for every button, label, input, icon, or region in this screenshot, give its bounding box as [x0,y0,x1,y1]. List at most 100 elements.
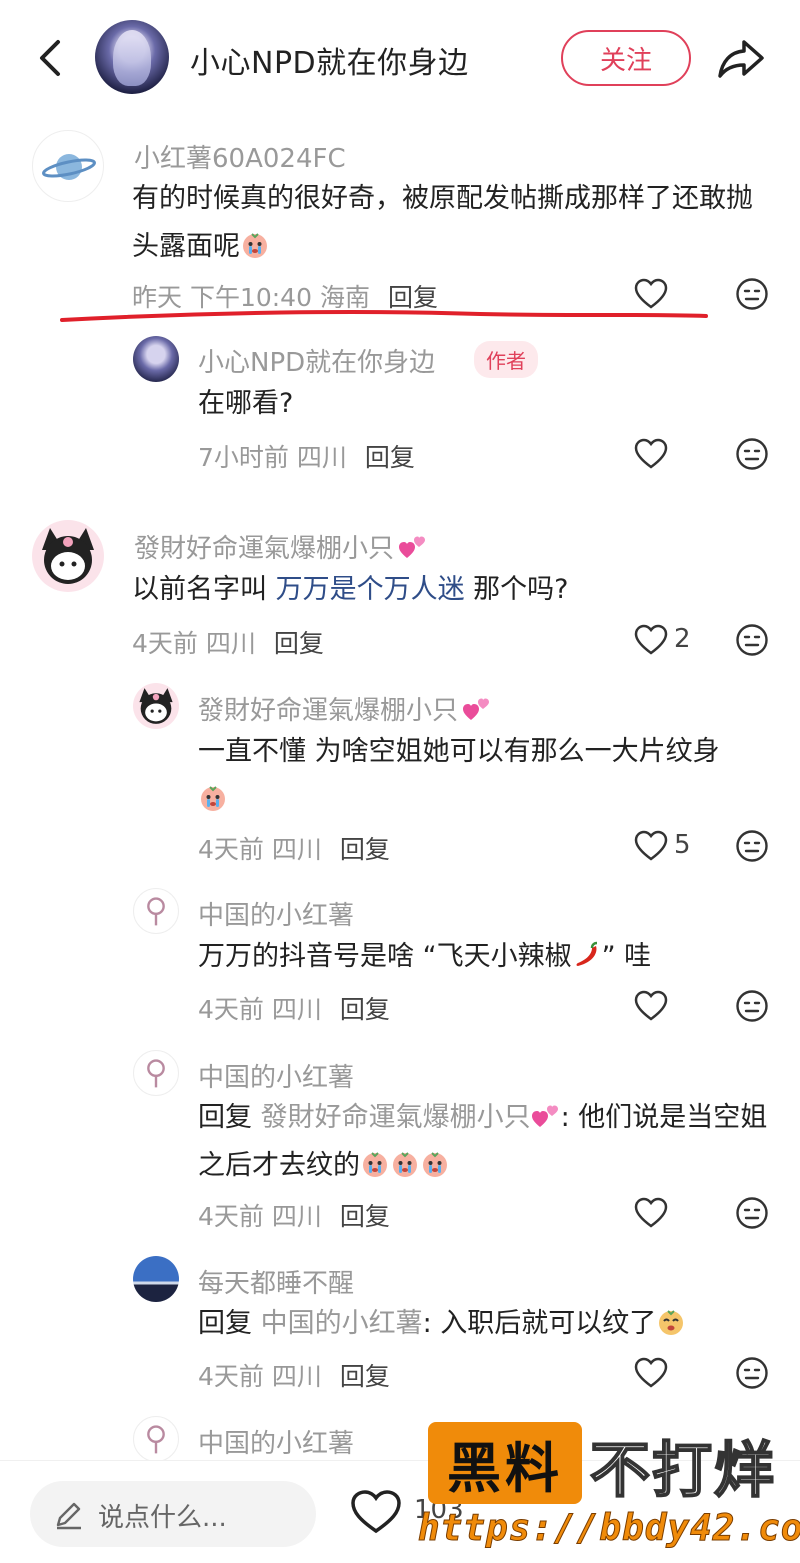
lollipop-icon [147,1425,165,1454]
red-underline-annotation [60,310,708,322]
comment-text-content: 有的时候真的很好奇，被原配发帖撕成那样了还敢抛头露面呢 [132,183,753,262]
like-count: 2 [674,624,691,654]
avatar[interactable] [133,683,179,729]
comment-meta: 4天前 四川 回复 [198,1357,390,1393]
input-placeholder: 说点什么... [98,1503,227,1533]
mention-link[interactable]: 發財好命運氣爆棚小只 [261,1102,531,1133]
reply-button[interactable]: 回复 [340,1362,390,1391]
comment-text-part: ” 哇 [601,941,652,972]
comment-text: 万万的抖音号是啥 “飞天小辣椒 ” 哇 [198,933,651,981]
comment-input[interactable]: 说点什么... [30,1481,316,1547]
comment-text-content: : 入职后就可以纹了 [422,1308,657,1339]
reply-button[interactable]: 回复 [340,995,390,1024]
avatar[interactable] [133,336,179,382]
crying-face-icon [201,786,225,811]
like-count: 5 [674,830,691,860]
comment-author[interactable]: 小红薯60A024FC [134,138,346,175]
comment-author[interactable]: 中国的小红薯 [198,895,354,932]
comment-author[interactable]: 發財好命運氣爆棚小只 [198,690,492,727]
heart-icon[interactable] [634,990,668,1022]
comment-text: 以前名字叫 万万是个万人迷 那个吗? [132,566,569,614]
watermark: 黑料 不打烊 https://bbdy42.com [414,1414,800,1563]
neutral-face-icon[interactable] [735,437,769,471]
comment-time-location: 4天前 四川 [198,835,322,864]
comment-meta: 7小时前 四川 回复 [198,438,415,474]
kuromi-icon [42,528,94,584]
kuromi-icon [139,688,173,724]
follow-button[interactable]: 关注 [561,30,691,86]
comment-author[interactable]: 小心NPD就在你身边 [198,342,435,379]
back-arrow-icon[interactable] [30,36,70,80]
reply-button[interactable]: 回复 [365,443,415,472]
comment-meta: 4天前 四川 回复 [132,624,324,660]
reply-prefix: 回复 [198,1308,261,1339]
comment-text-part: 以前名字叫 [132,574,276,605]
comment-text: 回复 發財好命運氣爆棚小只: 他们说是当空姐之后才去纹的 [198,1094,768,1190]
lollipop-icon [147,1059,165,1088]
heart-icon[interactable] [634,1357,668,1389]
reply-button[interactable]: 回复 [340,1202,390,1231]
avatar[interactable] [133,1050,179,1096]
watermark-right: 不打烊 [589,1435,776,1507]
comment-meta: 4天前 四川 回复 [198,830,390,866]
comment-text-content: 一直不懂 为啥空姐她可以有那么一大片纹身 [198,736,720,767]
heart-icon[interactable] [634,624,668,656]
comment-time-location: 4天前 四川 [132,629,256,658]
chili-pepper-icon [576,941,597,966]
avatar[interactable] [32,130,104,202]
heart-icon[interactable] [634,830,668,862]
reply-prefix: 回复 [198,1102,261,1133]
comment-author-name[interactable]: 發財好命運氣爆棚小只 [134,534,394,564]
comment-text: 在哪看? [198,388,294,419]
avatar[interactable] [133,888,179,934]
crying-face-icon [243,233,267,258]
reply-button[interactable]: 回复 [274,629,324,658]
planet-icon [42,154,96,180]
username-link[interactable]: 万万是个万人迷 [276,574,465,605]
comment-text-part: 万万的抖音号是啥 “飞天小辣椒 [198,941,572,972]
comment-time-location: 4天前 四川 [198,1362,322,1391]
comment-author-name[interactable]: 發財好命運氣爆棚小只 [198,696,458,726]
comment-text-part: 那个吗? [464,574,569,605]
reply-button[interactable]: 回复 [340,835,390,864]
comment-text: 一直不懂 为啥空姐她可以有那么一大片纹身 [198,728,768,824]
heart-icon[interactable] [634,438,668,470]
smiling-face-icon [659,1310,684,1335]
neutral-face-icon[interactable] [735,623,769,657]
neutral-face-icon[interactable] [735,277,769,311]
author-name[interactable]: 小心NPD就在你身边 [190,38,469,82]
crying-face-icon [363,1152,387,1177]
comment-author[interactable]: 中国的小红薯 [198,1057,354,1094]
comment-author[interactable]: 發財好命運氣爆棚小只 [134,528,428,565]
mention-link[interactable]: 中国的小红薯 [261,1308,423,1339]
neutral-face-icon[interactable] [735,1196,769,1230]
comment-text: 回复 中国的小红薯: 入职后就可以纹了 [198,1300,686,1348]
comment-text: 有的时候真的很好奇，被原配发帖撕成那样了还敢抛头露面呢 [132,175,772,271]
crying-face-icon [423,1152,447,1177]
author-badge: 作者 [474,341,538,378]
author-avatar[interactable] [95,20,169,94]
avatar[interactable] [133,1416,179,1462]
heart-icon[interactable] [350,1489,402,1535]
pencil-icon [56,1502,81,1530]
neutral-face-icon[interactable] [735,829,769,863]
neutral-face-icon[interactable] [735,989,769,1023]
share-icon[interactable] [716,36,766,80]
crying-face-icon [393,1152,417,1177]
lollipop-icon [147,897,165,926]
comment-meta: 4天前 四川 回复 [198,990,390,1026]
comment-time-location: 4天前 四川 [198,995,322,1024]
comment-time-location: 4天前 四川 [198,1202,322,1231]
watermark-left: 黑料 [428,1422,582,1504]
avatar[interactable] [133,1256,179,1302]
two-hearts-icon [399,536,426,558]
comment-author[interactable]: 每天都睡不醒 [198,1263,354,1300]
heart-icon[interactable] [634,1197,668,1229]
comment-author[interactable]: 中国的小红薯 [198,1423,354,1460]
watermark-url: https://bbdy42.com [417,1508,800,1550]
two-hearts-icon [463,698,490,720]
comment-time-location: 7小时前 四川 [198,443,347,472]
avatar[interactable] [32,520,104,592]
neutral-face-icon[interactable] [735,1356,769,1390]
comment-meta: 4天前 四川 回复 [198,1197,390,1233]
